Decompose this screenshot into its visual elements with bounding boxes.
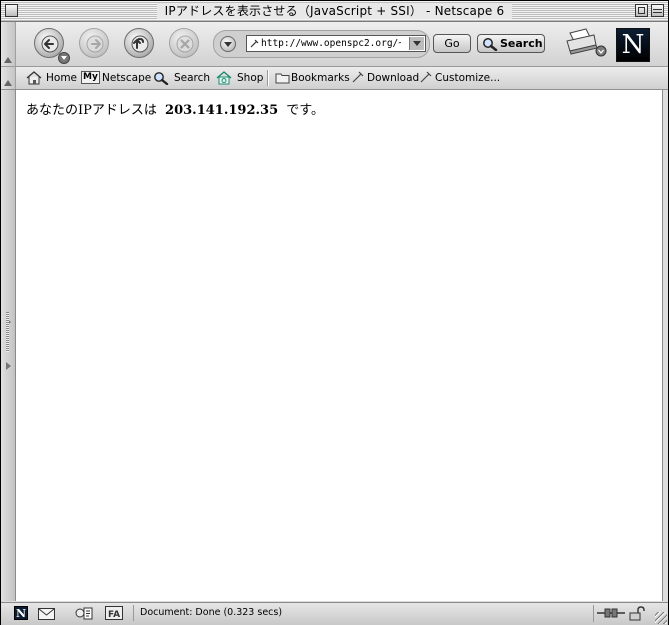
personal-item-download[interactable]: Download	[351, 70, 419, 86]
security-lock-icon[interactable]	[629, 606, 645, 621]
search-button-label: Search	[500, 37, 543, 50]
instant-messenger-icon[interactable]	[75, 606, 93, 621]
reload-button[interactable]	[124, 28, 154, 58]
status-separator	[593, 605, 594, 622]
reload-icon	[131, 35, 149, 53]
status-bar: N FA Document: Done (0.323 secs)	[1, 602, 668, 625]
back-arrow-icon	[41, 35, 59, 53]
search-button[interactable]: Search	[477, 34, 545, 53]
ip-message: あなたのIPアドレスは 203.141.192.35 です。	[26, 99, 324, 118]
go-button[interactable]: Go	[433, 34, 471, 53]
url-dropdown-icon[interactable]	[409, 37, 424, 50]
ip-message-prefix: あなたのIPアドレスは	[26, 103, 157, 118]
bookmark-link-icon	[352, 71, 364, 83]
personal-item-shop-label: Shop	[237, 72, 264, 84]
shop-icon	[216, 71, 232, 85]
url-history-button[interactable]	[220, 36, 236, 52]
netscape-n-icon[interactable]: N	[14, 606, 28, 620]
stop-icon	[176, 35, 194, 53]
url-field[interactable]	[246, 35, 426, 52]
personal-toolbar-grippy[interactable]	[1, 67, 16, 89]
composer-icon[interactable]: FA	[105, 606, 123, 620]
svg-text:N: N	[16, 607, 26, 620]
personal-item-bookmarks[interactable]: Bookmarks	[275, 70, 350, 86]
personal-item-customize[interactable]: Customize...	[419, 70, 500, 86]
status-text: Document: Done (0.323 secs)	[133, 605, 600, 621]
stop-button[interactable]	[169, 28, 199, 58]
home-icon	[26, 71, 42, 85]
personal-item-home-label: Home	[46, 72, 78, 84]
window-title: IPアドレスを表示させる（JavaScript + SSI） - Netscap…	[156, 3, 513, 19]
print-button[interactable]	[564, 27, 610, 61]
personal-item-search-label: Search	[174, 72, 211, 84]
personal-item-home[interactable]: Home	[26, 70, 77, 86]
bookmark-link-icon	[420, 71, 432, 83]
printer-icon	[566, 28, 607, 57]
title-container: IPアドレスを表示させる（JavaScript + SSI） - Netscap…	[1, 3, 668, 19]
search-icon	[154, 72, 169, 85]
zoom-box[interactable]	[635, 4, 648, 17]
sidebar-handle[interactable]	[6, 312, 9, 352]
svg-text:FA: FA	[108, 610, 120, 620]
navigation-toolbar: Go Search N	[1, 22, 668, 67]
title-bar[interactable]: IPアドレスを表示させる（JavaScript + SSI） - Netscap…	[1, 1, 668, 22]
personal-toolbar: Home My Netscape Search Shop Bookmarks D…	[1, 67, 668, 90]
magnifier-icon	[483, 38, 498, 51]
mail-icon[interactable]	[38, 608, 55, 620]
folder-icon	[275, 73, 290, 84]
collapse-box[interactable]	[651, 4, 664, 17]
personal-item-shop[interactable]: Shop	[216, 70, 264, 86]
netscape-logo[interactable]: N	[616, 28, 650, 62]
online-offline-icon[interactable]	[597, 607, 625, 619]
ip-message-suffix: です。	[286, 103, 324, 118]
page-content: あなたのIPアドレスは 203.141.192.35 です。	[16, 90, 663, 601]
forward-arrow-icon	[86, 35, 104, 53]
url-input[interactable]	[261, 36, 401, 51]
personal-item-bookmarks-label: Bookmarks	[291, 72, 350, 84]
browser-window: IPアドレスを表示させる（JavaScript + SSI） - Netscap…	[0, 0, 669, 625]
sidebar-open-arrow-icon[interactable]	[6, 362, 11, 370]
navigation-toolbar-grippy[interactable]	[1, 22, 16, 66]
resize-grip[interactable]	[655, 612, 667, 624]
personal-item-download-label: Download	[367, 72, 420, 84]
forward-button[interactable]	[79, 28, 109, 58]
personal-item-customize-label: Customize...	[435, 72, 501, 84]
url-bar-container	[213, 30, 430, 58]
ip-address: 203.141.192.35	[165, 103, 279, 118]
page-proxy-icon[interactable]	[249, 38, 260, 49]
back-history-dropdown[interactable]	[58, 52, 70, 64]
personal-toolbar-separator	[267, 70, 269, 86]
my-netscape-icon: My	[81, 71, 100, 84]
personal-item-my-netscape-label: Netscape	[102, 72, 152, 84]
personal-item-my-netscape[interactable]: My Netscape	[81, 70, 151, 86]
sidebar-splitter[interactable]	[1, 90, 16, 601]
personal-item-search[interactable]: Search	[153, 70, 211, 86]
